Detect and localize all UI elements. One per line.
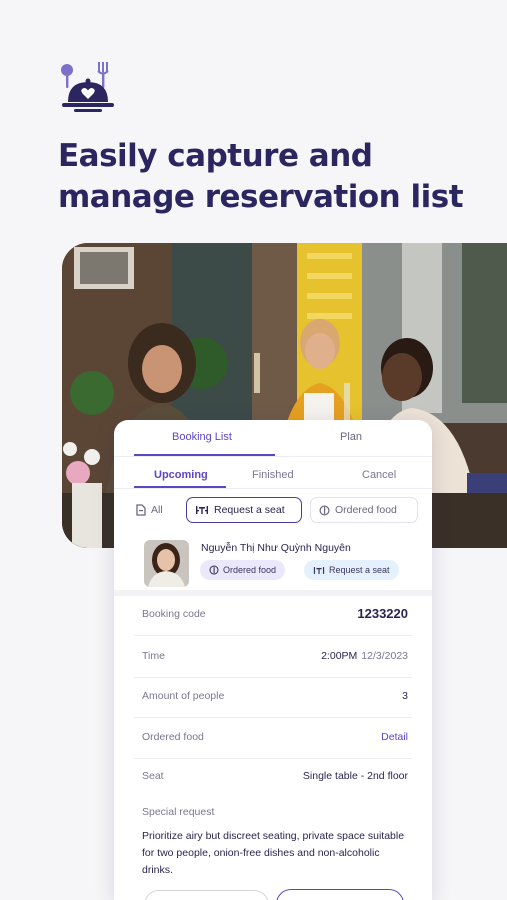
people-value: 3 [402, 690, 408, 702]
people-row: Amount of people 3 [114, 678, 432, 718]
subtab-finished[interactable]: Finished [252, 469, 294, 481]
filter-ordered-food-label: Ordered food [335, 504, 397, 516]
filter-all[interactable]: All [128, 497, 171, 523]
filter-request-seat[interactable]: Request a seat [186, 497, 302, 523]
time-label: Time [142, 650, 165, 662]
filter-all-label: All [151, 504, 163, 516]
divider [114, 488, 432, 489]
headline: Easily capture and manage reservation li… [58, 138, 464, 215]
divider [114, 456, 432, 457]
secondary-action-button[interactable] [144, 890, 269, 900]
badge-ordered-food: Ordered food [200, 560, 286, 580]
table-seat-icon [196, 506, 208, 514]
dish-icon [209, 565, 219, 575]
special-request-label: Special request [142, 806, 215, 818]
primary-action-button[interactable] [276, 889, 404, 900]
seat-value: Single table - 2nd floor [302, 770, 408, 782]
time-value: 2:00PM 12/3/2023 [321, 650, 408, 662]
seat-label: Seat [142, 770, 164, 782]
divider [134, 717, 412, 718]
ordered-food-label: Ordered food [142, 731, 204, 743]
booking-code-value: 1233220 [357, 606, 408, 621]
badge-request-seat-label: Request a seat [329, 565, 390, 575]
customer-name: Nguyễn Thị Như Quỳnh Nguyên [201, 542, 351, 554]
table-seat-icon [313, 566, 325, 574]
document-icon [136, 504, 146, 516]
booking-card: Booking List Plan Upcoming Finished Canc… [114, 420, 432, 900]
main-tabs: Booking List Plan [114, 420, 432, 458]
booking-code-row: Booking code 1233220 [114, 596, 432, 636]
divider [134, 635, 412, 636]
date-text: 12/3/2023 [361, 650, 408, 662]
time-row: Time 2:00PM 12/3/2023 [114, 638, 432, 678]
filter-ordered-food[interactable]: Ordered food [310, 497, 418, 523]
badge-request-seat: Request a seat [304, 560, 399, 580]
people-label: Amount of people [142, 690, 225, 702]
dish-icon [319, 504, 330, 516]
subtab-upcoming[interactable]: Upcoming [154, 469, 208, 481]
tab-plan[interactable]: Plan [340, 431, 362, 443]
special-request-text: Prioritize airy but discreet seating, pr… [142, 830, 405, 876]
booking-code-label: Booking code [142, 608, 206, 620]
subtab-cancel[interactable]: Cancel [362, 469, 396, 481]
time-text: 2:00PM [321, 650, 358, 662]
tab-booking-list[interactable]: Booking List [172, 431, 232, 443]
badge-ordered-food-label: Ordered food [223, 565, 277, 575]
seat-row: Seat Single table - 2nd floor [114, 758, 432, 798]
avatar [144, 540, 189, 587]
ordered-food-detail-link[interactable]: Detail [381, 731, 408, 743]
filter-request-seat-label: Request a seat [214, 504, 285, 516]
restaurant-cloche-icon [58, 58, 118, 118]
ordered-food-row: Ordered food Detail [114, 719, 432, 759]
